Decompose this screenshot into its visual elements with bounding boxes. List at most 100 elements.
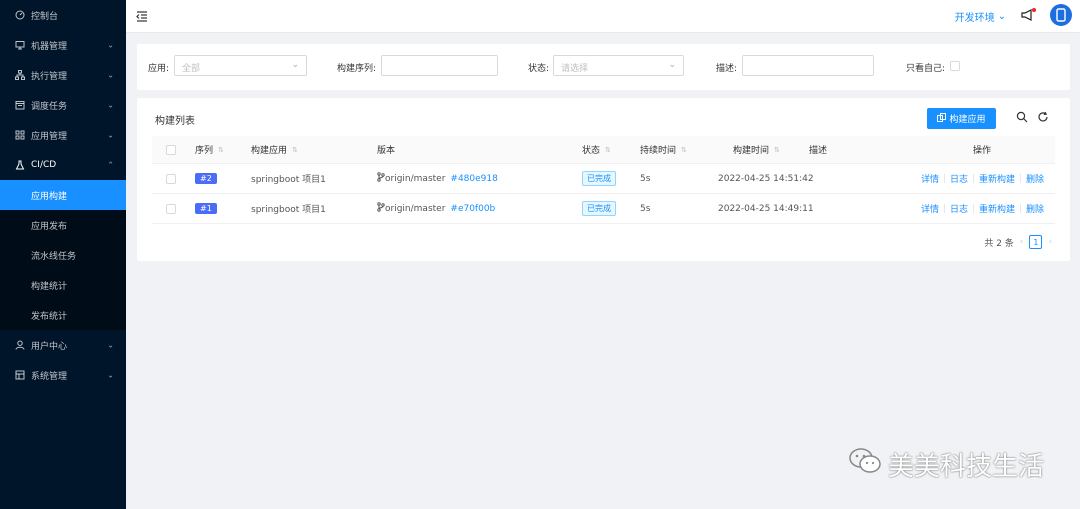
commit-link[interactable]: #e70f00b <box>450 204 495 214</box>
table-row: #2 springboot 项目1 origin/master #480e918… <box>152 164 1055 194</box>
only-mine-checkbox[interactable] <box>950 61 960 71</box>
settings-icon <box>15 370 25 380</box>
seq-tag[interactable]: #2 <box>195 173 217 184</box>
cicd-submenu: 应用构建 应用发布 流水线任务 构建统计 发布统计 <box>0 180 126 330</box>
build-app-button[interactable]: 构建应用 <box>927 108 996 129</box>
col-label: 版本 <box>377 146 396 156</box>
branch-name: origin/master <box>385 203 446 214</box>
sidebar-item-label: 应用发布 <box>31 221 68 232</box>
chevron-down-icon: ⌄ <box>107 40 114 50</box>
sidebar-item-release-stats[interactable]: 发布统计 <box>0 300 126 330</box>
menu-fold-icon[interactable] <box>135 9 149 23</box>
row-build-time: 2022-04-25 14:49:11 <box>718 203 814 214</box>
chevron-down-icon: ⌄ <box>107 340 114 350</box>
sort-icon: ⇅ <box>774 145 780 154</box>
notification-badge <box>1032 8 1036 12</box>
desc-input[interactable] <box>742 55 874 76</box>
env-select[interactable]: 开发环境 ⌄ <box>955 9 1006 24</box>
page-number[interactable]: 1 <box>1029 235 1043 249</box>
detail-link[interactable]: 详情 <box>921 202 939 215</box>
sidebar-item-label: 机器管理 <box>31 41 68 52</box>
sidebar-item-build-stats[interactable]: 构建统计 <box>0 270 126 300</box>
table-header: 序列 ⇅ 构建应用 ⇅ 版本 状态 ⇅ 持续时间 ⇅ 构建时间 ⇅ 描述 操作 <box>152 136 1055 164</box>
chevron-down-icon: ⌄ <box>291 60 299 70</box>
filter-panel: 应用: 全部 ⌄ 构建序列: 状态: 请选择 ⌄ 描述: 只看自己: <box>137 44 1070 90</box>
seq-input[interactable] <box>381 55 498 76</box>
select-all-checkbox[interactable] <box>166 144 176 155</box>
sidebar-item-label: 执行管理 <box>31 71 68 82</box>
col-label: 操作 <box>973 146 992 156</box>
row-build-time: 2022-04-25 14:51:42 <box>718 173 814 184</box>
sidebar-item-label: 构建统计 <box>31 281 68 292</box>
sidebar-item-label: 发布统计 <box>31 311 68 322</box>
sidebar-item-execution[interactable]: 执行管理 ⌄ <box>0 60 126 90</box>
col-seq[interactable]: 序列 ⇅ <box>195 136 224 163</box>
row-version: origin/master #e70f00b <box>377 194 495 223</box>
wechat-icon <box>848 447 882 482</box>
sidebar: 控制台 机器管理 ⌄ 执行管理 ⌄ 调度任务 ⌄ 应用管理 ⌄ CI/CD ⌃ … <box>0 0 126 509</box>
notification-icon[interactable] <box>1020 8 1036 24</box>
search-icon[interactable] <box>1016 111 1029 124</box>
detail-link[interactable]: 详情 <box>921 172 939 185</box>
row-app: springboot 项目1 <box>251 175 326 185</box>
row-actions: 详情 日志 重新构建 删除 <box>921 164 1044 193</box>
app-select[interactable]: 全部 ⌄ <box>174 55 307 76</box>
chevron-down-icon: ⌄ <box>997 11 1006 22</box>
seq-filter-label: 构建序列: <box>337 64 377 74</box>
sidebar-item-dashboard[interactable]: 控制台 <box>0 0 126 30</box>
build-table: 序列 ⇅ 构建应用 ⇅ 版本 状态 ⇅ 持续时间 ⇅ 构建时间 ⇅ 描述 操作 #2 sp… <box>152 136 1055 224</box>
col-status[interactable]: 状态 ⇅ <box>582 136 611 163</box>
status-badge: 已完成 <box>582 171 616 186</box>
sidebar-item-schedule[interactable]: 调度任务 ⌄ <box>0 90 126 120</box>
sidebar-item-apps[interactable]: 应用管理 ⌄ <box>0 120 126 150</box>
watermark-text: 美美科技生活 <box>887 452 1044 482</box>
row-checkbox[interactable] <box>166 173 176 184</box>
col-label: 持续时间 <box>640 146 677 156</box>
col-build-time[interactable]: 构建时间 ⇅ <box>733 136 780 163</box>
rebuild-link[interactable]: 重新构建 <box>979 172 1015 185</box>
chevron-down-icon: ⌄ <box>107 100 114 110</box>
watermark: 美美科技生活 <box>848 446 1044 483</box>
sort-icon: ⇅ <box>292 145 298 154</box>
delete-link[interactable]: 删除 <box>1026 172 1044 185</box>
col-duration[interactable]: 持续时间 ⇅ <box>640 136 687 163</box>
refresh-icon[interactable] <box>1037 111 1050 124</box>
chevron-up-icon: ⌃ <box>107 160 114 170</box>
pagination: 共 2 条 ‹ 1 › <box>984 235 1052 249</box>
sidebar-item-label: CI/CD <box>31 160 57 170</box>
sidebar-item-user-center[interactable]: 用户中心 ⌄ <box>0 330 126 360</box>
flask-icon <box>15 160 25 170</box>
delete-link[interactable]: 删除 <box>1026 202 1044 215</box>
sidebar-item-app-build[interactable]: 应用构建 <box>0 180 126 210</box>
build-list-panel: 构建列表 构建应用 序列 ⇅ 构建应用 ⇅ 版本 状态 ⇅ 持续时间 ⇅ 构建时间 ⇅ 描… <box>137 98 1070 261</box>
git-branch-icon <box>377 202 385 215</box>
row-checkbox[interactable] <box>166 203 176 214</box>
monitor-icon <box>15 40 25 50</box>
sidebar-item-machines[interactable]: 机器管理 ⌄ <box>0 30 126 60</box>
col-label: 描述 <box>809 146 828 156</box>
build-app-button-label: 构建应用 <box>949 115 986 125</box>
sort-icon: ⇅ <box>218 145 224 154</box>
grid-icon <box>15 130 25 140</box>
sidebar-item-cicd[interactable]: CI/CD ⌃ <box>0 150 126 180</box>
sidebar-item-pipeline[interactable]: 流水线任务 <box>0 240 126 270</box>
avatar[interactable] <box>1050 4 1072 26</box>
build-icon <box>937 112 947 125</box>
prev-page-icon[interactable]: ‹ <box>1020 237 1024 247</box>
chevron-down-icon: ⌄ <box>668 60 676 70</box>
col-app[interactable]: 构建应用 ⇅ <box>251 136 298 163</box>
commit-link[interactable]: #480e918 <box>450 174 497 184</box>
sort-icon: ⇅ <box>681 145 687 154</box>
rebuild-link[interactable]: 重新构建 <box>979 202 1015 215</box>
col-label: 状态 <box>582 146 601 156</box>
row-duration: 5s <box>640 203 651 214</box>
sidebar-item-app-release[interactable]: 应用发布 <box>0 210 126 240</box>
next-page-icon[interactable]: › <box>1048 237 1052 247</box>
log-link[interactable]: 日志 <box>950 172 968 185</box>
seq-tag[interactable]: #1 <box>195 203 217 214</box>
status-select[interactable]: 请选择 ⌄ <box>553 55 684 76</box>
app-filter-label: 应用: <box>148 64 170 74</box>
log-link[interactable]: 日志 <box>950 202 968 215</box>
table-row: #1 springboot 项目1 origin/master #e70f00b… <box>152 194 1055 224</box>
sidebar-item-system[interactable]: 系统管理 ⌄ <box>0 360 126 390</box>
